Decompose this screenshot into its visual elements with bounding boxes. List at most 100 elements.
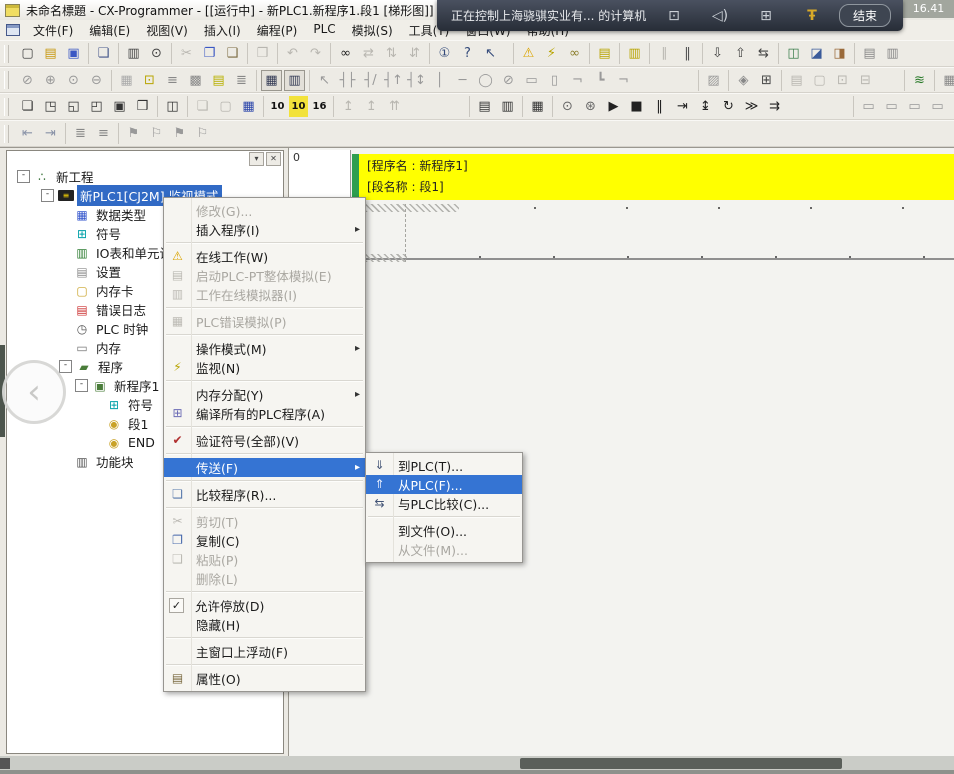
tree-item-new-project[interactable]: -∴新工程 (7, 167, 283, 186)
invert-icon[interactable]: ¬ (567, 70, 588, 91)
force-status-icon[interactable]: ▤ (594, 43, 615, 64)
download-to-plc-icon[interactable]: ⇩ (707, 43, 728, 64)
menubar-item-edit[interactable]: 编辑(E) (81, 20, 138, 41)
menubar-item-simulation[interactable]: 模拟(S) (344, 20, 401, 41)
save-icon[interactable]: ▣ (63, 43, 84, 64)
find-icon[interactable]: ∞ (335, 43, 356, 64)
context-menu-item-float-on-main-window[interactable]: 主窗口上浮动(F) (164, 642, 365, 661)
open-file-icon[interactable]: ▤ (40, 43, 61, 64)
watch-window-icon[interactable]: ◨ (829, 43, 850, 64)
toolbar-grip[interactable] (4, 98, 9, 116)
sim-settings-icon[interactable]: ▦ (527, 96, 548, 117)
context-menu-item-validate-symbols-all[interactable]: ✔验证符号(全部)(V) (164, 431, 365, 450)
indent-icon[interactable]: ⇥ (40, 123, 61, 144)
remote-tool-icon[interactable]: Ŧ (801, 8, 823, 24)
context-menu-item-hide[interactable]: 隐藏(H) (164, 615, 365, 634)
paste-icon[interactable]: ❑ (222, 43, 243, 64)
mdi-windows-icon[interactable]: ◫ (162, 96, 183, 117)
submenu-item-to-plc[interactable]: ⇓到PLC(T)... (366, 456, 522, 475)
speaker-icon[interactable]: ◁) (709, 8, 731, 24)
mdi-child-icon[interactable] (6, 24, 20, 36)
context-menu-item-properties[interactable]: ▤属性(O) (164, 669, 365, 688)
context-menu-item-copy[interactable]: ❐复制(C) (164, 531, 365, 550)
outdent-icon[interactable]: ⇤ (17, 123, 38, 144)
window-close-icon[interactable]: ❒ (132, 96, 153, 117)
sim-fast-forward-icon[interactable]: ≫ (741, 96, 762, 117)
context-menu-item-operation-mode[interactable]: 操作模式(M)▸ (164, 339, 365, 358)
context-menu-item-memory-allocation[interactable]: 内存分配(Y)▸ (164, 385, 365, 404)
right-dock-1-icon[interactable]: ▭ (858, 96, 879, 117)
coil-icon[interactable]: ◯ (475, 70, 496, 91)
toolbar-grip[interactable] (4, 45, 9, 63)
program-list-icon[interactable]: ▦ (939, 70, 954, 91)
instruction-box-icon[interactable]: ▯ (544, 70, 565, 91)
file-compare-icon[interactable]: ❏ (93, 43, 114, 64)
cross-reference-icon[interactable]: ▩ (185, 70, 206, 91)
sim-step-icon[interactable]: ⇥ (672, 96, 693, 117)
menubar-item-file[interactable]: 文件(F) (25, 20, 81, 41)
workspace-dock-button[interactable]: ▾ (249, 152, 264, 166)
rung-comment-icon[interactable]: ▤ (208, 70, 229, 91)
toolbar-grip[interactable] (4, 125, 9, 143)
pause-all-icon[interactable]: ‖ (677, 43, 698, 64)
context-help-icon[interactable]: ↖ (480, 43, 501, 64)
tree-expander[interactable]: - (41, 189, 54, 202)
context-menu-item-allow-docking[interactable]: ✓允许停放(D) (164, 596, 365, 615)
instruction-icon[interactable]: ▭ (521, 70, 542, 91)
grid-toggle-icon[interactable]: ▦ (116, 70, 137, 91)
window-new-icon[interactable]: ▣ (109, 96, 130, 117)
context-menu-item-transfer[interactable]: 传送(F)▸ (164, 458, 365, 477)
menubar-item-program[interactable]: 编程(P) (249, 20, 306, 41)
monitor-mode-icon[interactable]: ⚡ (541, 43, 562, 64)
submenu-item-from-plc[interactable]: ⇑从PLC(F)... (366, 475, 522, 494)
zoom-in-icon[interactable]: ⊕ (40, 70, 61, 91)
zoom-fit-icon[interactable]: ⊙ (63, 70, 84, 91)
workspace-close-button[interactable]: ✕ (266, 152, 281, 166)
sim-stop-icon[interactable]: ■ (626, 96, 647, 117)
menubar-item-plc[interactable]: PLC (305, 20, 343, 41)
sim-step-in-icon[interactable]: ↨ (695, 96, 716, 117)
views-ct-icon[interactable]: ▥ (284, 70, 305, 91)
symbol-display-icon[interactable]: ⊡ (139, 70, 160, 91)
tree-expander[interactable]: - (75, 379, 88, 392)
window-tile-icon[interactable]: ◳ (40, 96, 61, 117)
menubar-item-view[interactable]: 视图(V) (138, 20, 196, 41)
delete-branch-icon[interactable]: ¬ (613, 70, 634, 91)
menubar-item-insert[interactable]: 插入(I) (196, 20, 249, 41)
tree-expander[interactable]: - (17, 170, 30, 183)
program-check-icon[interactable]: ≋ (909, 70, 930, 91)
address-reference-icon[interactable]: ≡ (162, 70, 183, 91)
bookmark-set-icon[interactable]: ⚑ (123, 123, 144, 144)
compare-with-plc-icon[interactable]: ⇆ (753, 43, 774, 64)
zoom-select-icon[interactable]: ⊘ (17, 70, 38, 91)
upload-from-plc-icon[interactable]: ⇧ (730, 43, 751, 64)
table-edit-icon[interactable]: ⊞ (756, 70, 777, 91)
decimal-display-icon[interactable]: 10 (268, 96, 287, 117)
branch-icon[interactable]: ┗ (590, 70, 611, 91)
sim-window-2-icon[interactable]: ▥ (497, 96, 518, 117)
hex-display-icon[interactable]: 16 (310, 96, 329, 117)
submenu-item-compare-with-plc[interactable]: ⇆与PLC比较(C)... (366, 494, 522, 513)
sim-window-1-icon[interactable]: ▤ (474, 96, 495, 117)
print-preview-icon[interactable]: ⊙ (146, 43, 167, 64)
edit-comment-icon[interactable]: ▨ (703, 70, 724, 91)
window-arrange-icon[interactable]: ◰ (86, 96, 107, 117)
copy-icon[interactable]: ❐ (199, 43, 220, 64)
signed-decimal-display-icon[interactable]: 10 (289, 96, 308, 117)
views-window-icon[interactable]: ▦ (261, 70, 282, 91)
contact-updown-icon[interactable]: ┤↕ (406, 70, 427, 91)
contact-no-icon[interactable]: ┤├ (337, 70, 358, 91)
rung-wrap-icon[interactable]: ◪ (806, 43, 827, 64)
horizontal-line-icon[interactable]: ─ (452, 70, 473, 91)
context-menu-item-monitor[interactable]: ⚡监视(N) (164, 358, 365, 377)
symbol-edit-icon[interactable]: ◈ (733, 70, 754, 91)
right-dock-2-icon[interactable]: ▭ (881, 96, 902, 117)
remote-back-overlay[interactable]: ‹ (2, 360, 66, 424)
submenu-item-to-file[interactable]: 到文件(O)... (366, 521, 522, 540)
io-comment-icon[interactable]: ▤ (859, 43, 880, 64)
contact-up-icon[interactable]: ┤↑ (383, 70, 404, 91)
pause-monitor-icon[interactable]: ∞ (564, 43, 585, 64)
sim-run-to-end-icon[interactable]: ⇉ (764, 96, 785, 117)
hex-grid-icon[interactable]: ▦ (238, 96, 259, 117)
window-split-icon[interactable]: ◱ (63, 96, 84, 117)
